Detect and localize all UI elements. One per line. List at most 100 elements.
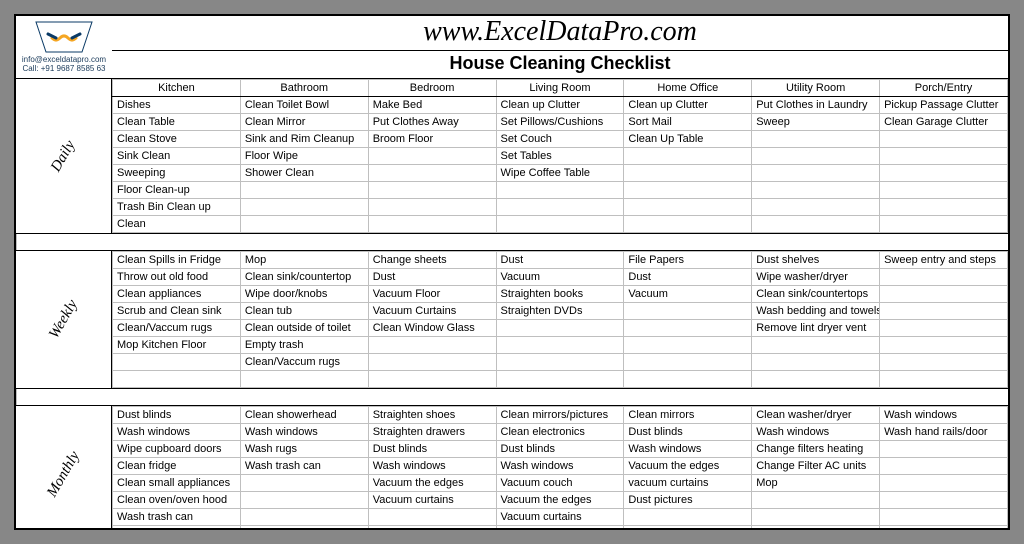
- table-cell[interactable]: [752, 148, 880, 165]
- table-cell[interactable]: [752, 165, 880, 182]
- table-cell[interactable]: Shower Clean: [240, 165, 368, 182]
- table-cell[interactable]: Clean washer/dryer: [752, 407, 880, 424]
- table-cell[interactable]: Dust blinds: [113, 407, 241, 424]
- table-cell[interactable]: [368, 165, 496, 182]
- table-cell[interactable]: Clean electronics: [496, 424, 624, 441]
- table-cell[interactable]: Wash windows: [113, 424, 241, 441]
- table-cell[interactable]: Set Pillows/Cushions: [496, 114, 624, 131]
- table-cell[interactable]: [624, 303, 752, 320]
- table-cell[interactable]: [624, 148, 752, 165]
- table-cell[interactable]: [368, 354, 496, 371]
- table-cell[interactable]: Clean fridge: [113, 458, 241, 475]
- table-cell[interactable]: Vacuum Curtains: [113, 526, 241, 531]
- table-cell[interactable]: Change sheets: [368, 252, 496, 269]
- table-cell[interactable]: Wipe cupboard doors: [113, 441, 241, 458]
- table-cell[interactable]: [624, 182, 752, 199]
- table-cell[interactable]: [880, 165, 1008, 182]
- table-cell[interactable]: Sink and Rim Cleanup: [240, 131, 368, 148]
- table-cell[interactable]: [880, 286, 1008, 303]
- table-cell[interactable]: Wipe washer/dryer: [752, 269, 880, 286]
- table-cell[interactable]: Put Clothes Away: [368, 114, 496, 131]
- table-cell[interactable]: Dust shelves: [752, 252, 880, 269]
- table-cell[interactable]: Dust blinds: [624, 424, 752, 441]
- table-cell[interactable]: Clean Table: [113, 114, 241, 131]
- table-cell[interactable]: Clean sink/countertop: [240, 269, 368, 286]
- table-cell[interactable]: Empty trash: [240, 337, 368, 354]
- table-cell[interactable]: Wash trash can: [240, 458, 368, 475]
- table-cell[interactable]: Change Filter AC units: [752, 458, 880, 475]
- table-cell[interactable]: Sink Clean: [113, 148, 241, 165]
- table-cell[interactable]: Wash windows: [368, 458, 496, 475]
- table-cell[interactable]: Scrub and Clean sink: [113, 303, 241, 320]
- table-cell[interactable]: Mop: [752, 475, 880, 492]
- table-cell[interactable]: Clean Garage Clutter: [880, 114, 1008, 131]
- table-cell[interactable]: [368, 182, 496, 199]
- table-cell[interactable]: Floor Wipe: [240, 148, 368, 165]
- table-cell[interactable]: Wash windows: [752, 424, 880, 441]
- table-cell[interactable]: Clean Mirror: [240, 114, 368, 131]
- table-cell[interactable]: Vacuum the edges: [368, 475, 496, 492]
- table-cell[interactable]: [113, 371, 241, 388]
- table-cell[interactable]: Dust: [624, 269, 752, 286]
- table-cell[interactable]: [496, 199, 624, 216]
- table-cell[interactable]: Vacuum the edges: [624, 458, 752, 475]
- table-cell[interactable]: Clean showerhead: [240, 407, 368, 424]
- table-cell[interactable]: Vacuum curtains: [496, 509, 624, 526]
- table-cell[interactable]: Mop: [240, 252, 368, 269]
- table-cell[interactable]: [880, 458, 1008, 475]
- table-cell[interactable]: [624, 199, 752, 216]
- table-cell[interactable]: Clean/Vaccum rugs: [113, 320, 241, 337]
- table-cell[interactable]: Clean Spills in Fridge: [113, 252, 241, 269]
- table-cell[interactable]: Vacuum curtains: [368, 492, 496, 509]
- table-cell[interactable]: [368, 509, 496, 526]
- table-cell[interactable]: Clean Toilet Bowl: [240, 97, 368, 114]
- table-cell[interactable]: Dishes: [113, 97, 241, 114]
- table-cell[interactable]: Dust pictures: [624, 492, 752, 509]
- table-cell[interactable]: Vacuum Floor: [368, 286, 496, 303]
- table-cell[interactable]: [496, 216, 624, 233]
- table-cell[interactable]: Clean Stove: [113, 131, 241, 148]
- table-cell[interactable]: [368, 216, 496, 233]
- table-cell[interactable]: [752, 371, 880, 388]
- table-cell[interactable]: Vacuum Curtains: [368, 303, 496, 320]
- table-cell[interactable]: [880, 475, 1008, 492]
- table-cell[interactable]: Broom Floor: [368, 131, 496, 148]
- table-cell[interactable]: Dust blinds: [368, 441, 496, 458]
- table-cell[interactable]: [240, 371, 368, 388]
- table-cell[interactable]: Wipe Coffee Table: [496, 165, 624, 182]
- table-cell[interactable]: [496, 182, 624, 199]
- table-cell[interactable]: [496, 526, 624, 531]
- table-cell[interactable]: Clean: [113, 216, 241, 233]
- table-cell[interactable]: Clean sink/countertops: [752, 286, 880, 303]
- table-cell[interactable]: [240, 475, 368, 492]
- table-cell[interactable]: Sweep: [752, 114, 880, 131]
- table-cell[interactable]: Dust: [496, 252, 624, 269]
- table-cell[interactable]: Clean tub: [240, 303, 368, 320]
- table-cell[interactable]: Vacuum: [624, 286, 752, 303]
- table-cell[interactable]: [880, 320, 1008, 337]
- table-cell[interactable]: Wash hand rails/door: [880, 424, 1008, 441]
- table-cell[interactable]: File Papers: [624, 252, 752, 269]
- table-cell[interactable]: [240, 199, 368, 216]
- table-cell[interactable]: [880, 131, 1008, 148]
- table-cell[interactable]: Clean Window Glass: [368, 320, 496, 337]
- table-cell[interactable]: [624, 337, 752, 354]
- table-cell[interactable]: [880, 492, 1008, 509]
- table-cell[interactable]: Pickup Passage Clutter: [880, 97, 1008, 114]
- table-cell[interactable]: [496, 371, 624, 388]
- table-cell[interactable]: Set Tables: [496, 148, 624, 165]
- table-cell[interactable]: [880, 148, 1008, 165]
- table-cell[interactable]: [752, 492, 880, 509]
- table-cell[interactable]: [752, 354, 880, 371]
- table-cell[interactable]: [752, 509, 880, 526]
- table-cell[interactable]: [752, 216, 880, 233]
- table-cell[interactable]: Vacuum: [496, 269, 624, 286]
- table-cell[interactable]: [752, 131, 880, 148]
- table-cell[interactable]: Wipe door/knobs: [240, 286, 368, 303]
- table-cell[interactable]: Clean appliances: [113, 286, 241, 303]
- table-cell[interactable]: Dust: [368, 269, 496, 286]
- table-cell[interactable]: [880, 337, 1008, 354]
- table-cell[interactable]: [113, 354, 241, 371]
- table-cell[interactable]: Clean outside of toilet: [240, 320, 368, 337]
- table-cell[interactable]: Clean mirrors: [624, 407, 752, 424]
